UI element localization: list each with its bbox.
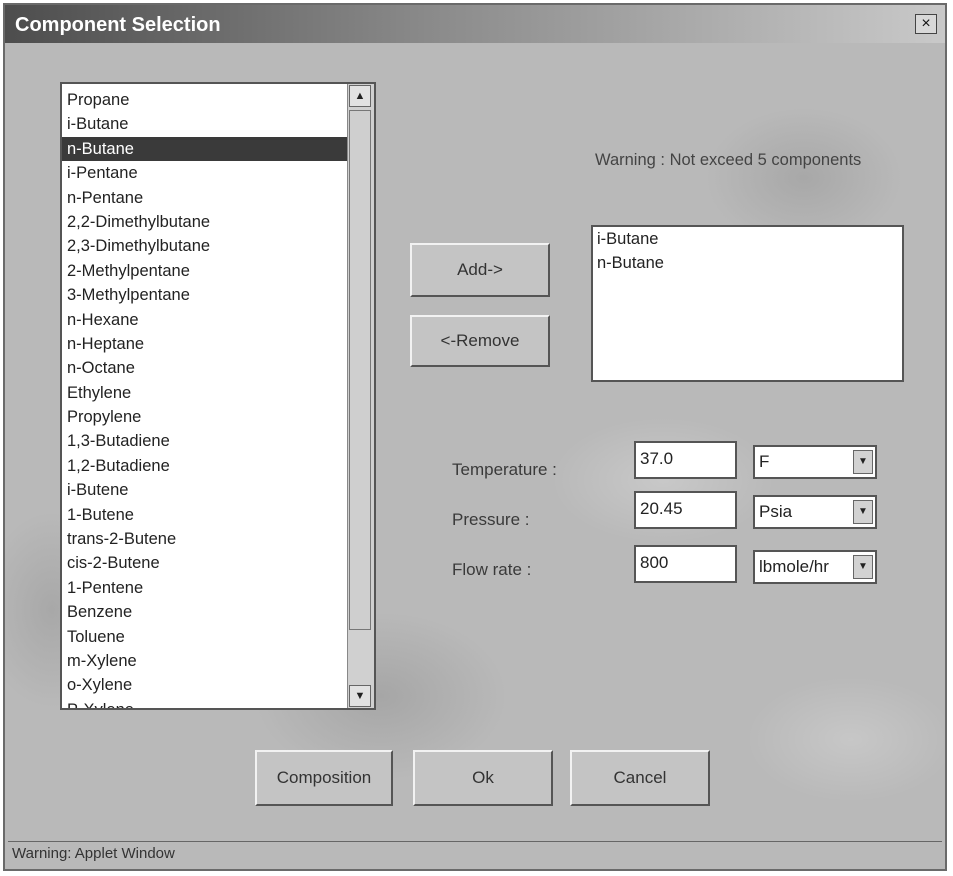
list-item[interactable]: m-Xylene bbox=[62, 649, 350, 673]
list-item[interactable]: Propane bbox=[62, 88, 350, 112]
temperature-label: Temperature : bbox=[452, 460, 557, 479]
cancel-button[interactable]: Cancel bbox=[570, 750, 710, 806]
list-item[interactable]: 2-Methylpentane bbox=[62, 259, 350, 283]
flow-rate-label: Flow rate : bbox=[452, 560, 532, 579]
temperature-unit-select[interactable]: F ▼ bbox=[753, 445, 877, 479]
pressure-label: Pressure : bbox=[452, 510, 530, 529]
add-button[interactable]: Add-> bbox=[410, 243, 550, 297]
list-item[interactable]: i-Butene bbox=[62, 478, 350, 502]
list-item[interactable]: n-Hexane bbox=[62, 308, 350, 332]
list-item[interactable]: P-Xylene bbox=[62, 698, 350, 708]
temperature-unit-value: F bbox=[759, 452, 770, 471]
ok-button[interactable]: Ok bbox=[413, 750, 553, 806]
scroll-up-icon[interactable]: ▲ bbox=[349, 85, 371, 107]
title-bar[interactable]: Component Selection × bbox=[5, 5, 945, 43]
scrollbar-thumb[interactable] bbox=[349, 110, 371, 630]
list-item[interactable]: n-Octane bbox=[62, 356, 350, 380]
pressure-input[interactable]: 20.45 bbox=[634, 491, 737, 529]
list-item[interactable]: 2,3-Dimethylbutane bbox=[62, 234, 350, 258]
list-item[interactable]: i-Pentane bbox=[62, 161, 350, 185]
list-item[interactable]: 1-Butene bbox=[62, 503, 350, 527]
list-item[interactable]: trans-2-Butene bbox=[62, 527, 350, 551]
list-item[interactable]: n-Butane bbox=[593, 251, 902, 275]
pressure-unit-value: Psia bbox=[759, 502, 793, 521]
list-item[interactable]: i-Butane bbox=[593, 227, 902, 251]
list-item[interactable]: cis-2-Butene bbox=[62, 551, 350, 575]
remove-button[interactable]: <-Remove bbox=[410, 315, 550, 367]
list-item[interactable]: 1,2-Butadiene bbox=[62, 454, 350, 478]
status-bar: Warning: Applet Window bbox=[8, 841, 942, 866]
list-item[interactable]: i-Butane bbox=[62, 112, 350, 136]
temperature-input[interactable]: 37.0 bbox=[634, 441, 737, 479]
selected-components-list[interactable]: i-Butane n-Butane bbox=[591, 225, 904, 382]
chevron-down-icon[interactable]: ▼ bbox=[853, 555, 873, 579]
list-item[interactable]: Benzene bbox=[62, 600, 350, 624]
composition-button[interactable]: Composition bbox=[255, 750, 393, 806]
component-limit-warning: Warning : Not exceed 5 components bbox=[595, 151, 862, 169]
pressure-unit-select[interactable]: Psia ▼ bbox=[753, 495, 877, 529]
list-item[interactable]: n-Butane bbox=[62, 136, 350, 162]
chevron-down-icon[interactable]: ▼ bbox=[853, 450, 873, 474]
vertical-scrollbar[interactable]: ▲ ▼ bbox=[347, 84, 374, 708]
status-bar-text: Warning: Applet Window bbox=[12, 845, 175, 862]
window-title: Component Selection bbox=[15, 14, 221, 36]
flow-rate-unit-select[interactable]: lbmole/hr ▼ bbox=[753, 550, 877, 584]
list-item[interactable]: 2,2-Dimethylbutane bbox=[62, 210, 350, 234]
available-components-list[interactable]: Propane i-Butane n-Butane i-Pentane n-Pentan… bbox=[60, 82, 376, 710]
list-item[interactable]: 1-Pentene bbox=[62, 576, 350, 600]
chevron-down-icon[interactable]: ▼ bbox=[853, 500, 873, 524]
close-button[interactable]: × bbox=[915, 14, 937, 34]
list-item[interactable]: n-Heptane bbox=[62, 332, 350, 356]
flow-rate-unit-value: lbmole/hr bbox=[759, 557, 829, 576]
list-item[interactable]: Propylene bbox=[62, 405, 350, 429]
flow-rate-input[interactable]: 800 bbox=[634, 545, 737, 583]
list-item[interactable]: n-Pentane bbox=[62, 186, 350, 210]
list-item[interactable]: Ethylene bbox=[62, 381, 350, 405]
list-item[interactable]: 1,3-Butadiene bbox=[62, 429, 350, 453]
list-item[interactable]: Toluene bbox=[62, 625, 350, 649]
available-components-items: Propane i-Butane n-Butane i-Pentane n-Pentan… bbox=[62, 88, 350, 708]
component-selection-window: Component Selection × Propane i-Butane n-B… bbox=[3, 3, 947, 871]
list-item[interactable]: o-Xylene bbox=[62, 673, 350, 697]
scroll-down-icon[interactable]: ▼ bbox=[349, 685, 371, 707]
list-item[interactable]: 3-Methylpentane bbox=[62, 283, 350, 307]
